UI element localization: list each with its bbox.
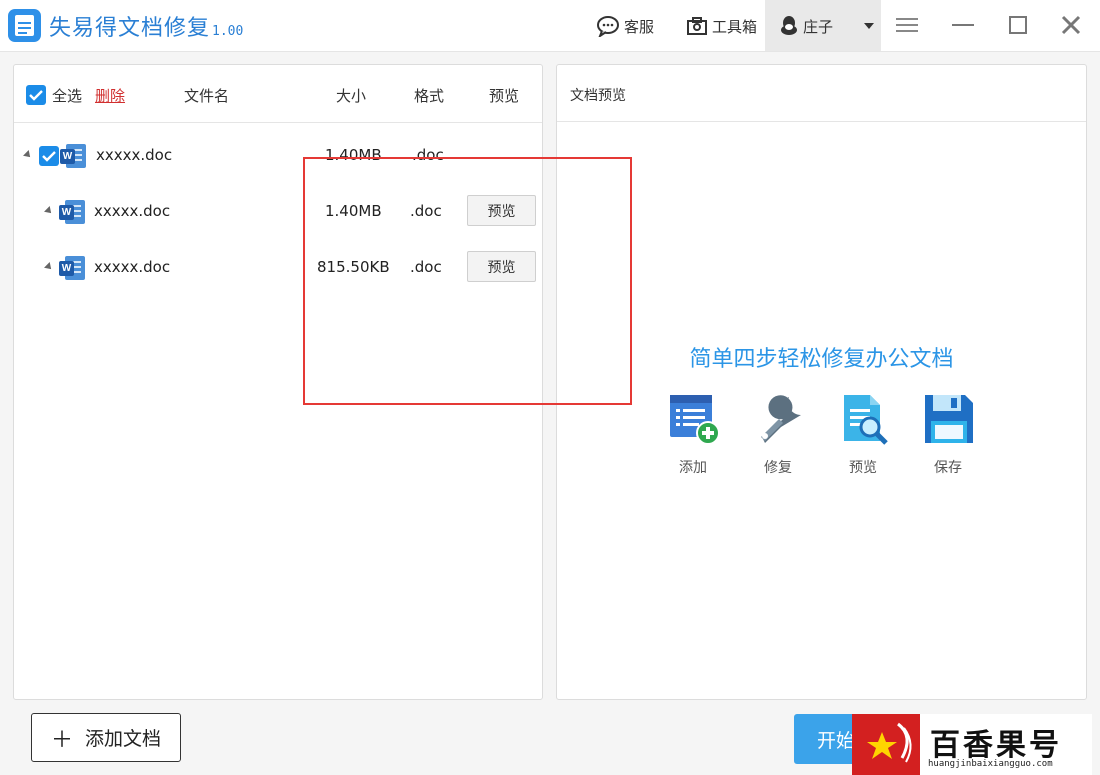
word-doc-icon: W bbox=[59, 199, 85, 225]
caret-down-icon[interactable] bbox=[864, 23, 874, 29]
document-magnifier-icon bbox=[844, 395, 888, 445]
select-all-checkbox[interactable] bbox=[26, 85, 46, 105]
add-document-label: 添加文档 bbox=[85, 728, 162, 750]
chat-bubble-icon bbox=[597, 16, 619, 37]
menu-button[interactable] bbox=[894, 12, 920, 38]
plus-icon: ＋ bbox=[50, 727, 73, 753]
delete-link[interactable]: 删除 bbox=[95, 85, 125, 106]
step-preview-label: 预览 bbox=[849, 460, 877, 476]
column-header-size: 大小 bbox=[336, 87, 367, 105]
checkmark-icon bbox=[42, 151, 56, 162]
step-repair-label: 修复 bbox=[764, 460, 792, 476]
hamburger-icon bbox=[896, 18, 918, 32]
step-add-label: 添加 bbox=[679, 460, 707, 476]
preview-header: 文档预览 bbox=[557, 65, 1086, 122]
wrench-icon bbox=[761, 395, 801, 443]
app-title: 失易得文档修复 bbox=[49, 16, 211, 41]
word-doc-icon: W bbox=[60, 143, 86, 169]
add-document-button[interactable]: ＋ 添加文档 bbox=[31, 713, 181, 762]
expand-arrow-icon[interactable] bbox=[23, 150, 33, 160]
file-name: xxxxx.doc bbox=[96, 146, 173, 164]
row-checkbox[interactable] bbox=[39, 146, 59, 166]
word-doc-icon: W bbox=[59, 255, 85, 281]
minimize-icon bbox=[952, 24, 974, 26]
customer-service-button[interactable]: 客服 bbox=[596, 14, 654, 38]
highlight-annotation-box bbox=[303, 157, 632, 405]
expand-arrow-icon[interactable] bbox=[44, 262, 54, 272]
steps-headline: 简单四步轻松修复办公文档 bbox=[689, 347, 954, 372]
column-header-preview: 预览 bbox=[489, 87, 520, 105]
document-preview-panel: 文档预览 简单四步轻松修复办公文档 添加 修复 预览 保存 bbox=[556, 64, 1087, 700]
watermark: 百香果号 huangjinbaixiangguo.com bbox=[852, 714, 1092, 775]
watermark-url: huangjinbaixiangguo.com bbox=[928, 759, 1053, 769]
user-name: 庄子 bbox=[803, 17, 834, 36]
app-version: 1.00 bbox=[212, 24, 244, 39]
app-logo-icon bbox=[8, 9, 41, 42]
step-save-label: 保存 bbox=[934, 460, 962, 476]
start-label: 开始 bbox=[817, 729, 856, 752]
toolbox-label: 工具箱 bbox=[712, 17, 758, 36]
watermark-text: 百香果号 bbox=[930, 728, 1062, 763]
title-bar: 失易得文档修复 1.00 客服 工具箱 庄子 bbox=[0, 0, 1100, 52]
toolbox-button[interactable]: 工具箱 bbox=[686, 14, 757, 38]
maximize-icon bbox=[1009, 16, 1027, 34]
file-name: xxxxx.doc bbox=[94, 258, 171, 276]
preview-title: 文档预览 bbox=[570, 88, 626, 104]
close-button[interactable] bbox=[1058, 12, 1084, 38]
penguin-user-icon bbox=[781, 16, 797, 35]
select-all-label[interactable]: 全选 bbox=[52, 85, 82, 106]
customer-service-label: 客服 bbox=[624, 17, 655, 36]
maximize-button[interactable] bbox=[1005, 12, 1031, 38]
close-icon bbox=[1061, 15, 1081, 35]
user-menu[interactable]: 庄子 bbox=[765, 0, 881, 51]
floppy-disk-icon bbox=[925, 395, 973, 443]
checkmark-icon bbox=[29, 90, 43, 101]
watermark-logo-icon bbox=[852, 714, 920, 775]
minimize-button[interactable] bbox=[950, 12, 976, 38]
add-list-icon bbox=[670, 395, 720, 445]
file-name: xxxxx.doc bbox=[94, 202, 171, 220]
column-header-format: 格式 bbox=[414, 87, 445, 105]
file-list-header: 全选 删除 文件名 大小 格式 预览 bbox=[14, 65, 542, 123]
expand-arrow-icon[interactable] bbox=[44, 206, 54, 216]
toolbox-icon bbox=[687, 17, 707, 35]
column-header-name: 文件名 bbox=[184, 87, 230, 105]
